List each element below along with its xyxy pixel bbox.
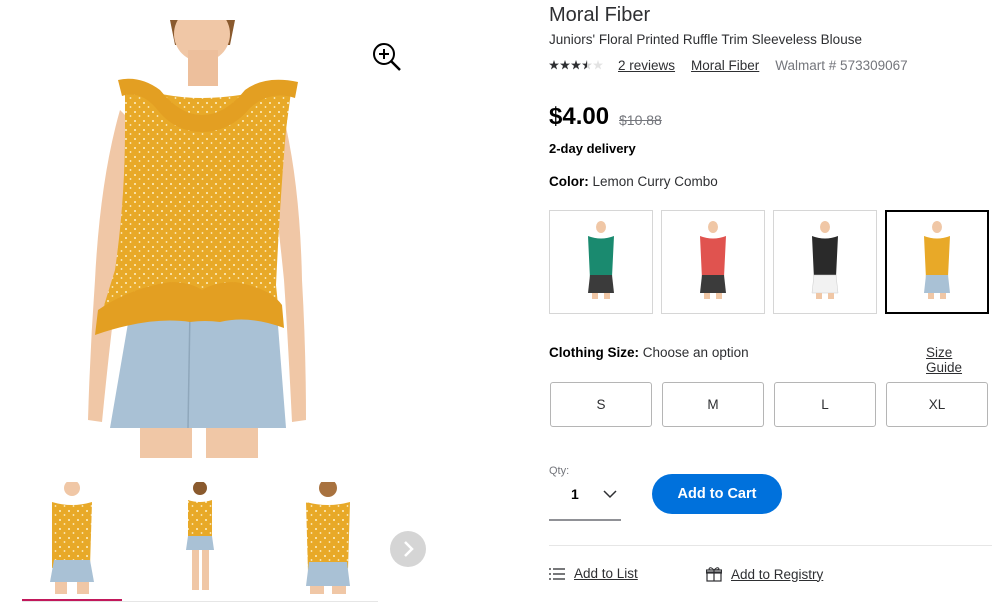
product-main-image[interactable] [70,6,330,458]
star-rating [549,60,604,70]
thumbnail-next-button[interactable] [390,531,426,567]
delivery-badge: 2-day delivery [549,141,636,156]
list-icon [549,567,565,580]
size-label: Clothing Size: [549,345,639,360]
color-swatch-teal[interactable] [549,210,653,314]
color-swatch-black[interactable] [773,210,877,314]
zoom-button[interactable] [370,40,402,72]
add-to-registry-label: Add to Registry [731,566,824,582]
current-price: $4.00 [549,103,610,130]
size-option-xl[interactable]: XL [886,382,988,427]
thumbnail-front[interactable] [22,480,122,602]
size-selector-label: Clothing Size: Choose an option [549,345,749,360]
color-selected-value: Lemon Curry Combo [592,174,718,189]
star-full-icon [571,60,581,70]
add-to-list-label: Add to List [574,566,638,581]
quantity-select[interactable]: 1 [549,478,621,521]
item-number: Walmart # 573309067 [775,57,908,73]
add-to-cart-button[interactable]: Add to Cart [652,474,782,514]
star-full-icon [549,60,559,70]
add-to-registry-button[interactable]: Add to Registry [706,566,823,582]
brand-link[interactable]: Moral Fiber [691,58,759,73]
add-to-list-button[interactable]: Add to List [549,566,638,581]
thumbnail-strip [22,479,378,602]
chevron-down-icon [603,490,617,499]
color-selector-label: Color: Lemon Curry Combo [549,174,718,189]
gift-icon [706,567,722,582]
product-title: Juniors' Floral Printed Ruffle Trim Slee… [549,32,862,47]
chevron-right-icon [404,541,414,557]
star-empty-icon [593,60,603,70]
size-option-s[interactable]: S [550,382,652,427]
qty-value: 1 [571,486,579,502]
zoom-in-icon [373,43,401,71]
thumbnail-side[interactable] [150,481,250,596]
was-price: $10.88 [619,112,662,128]
color-label: Color: [549,174,589,189]
product-brand-heading: Moral Fiber [549,4,651,26]
thumbnail-back[interactable] [278,479,378,596]
product-meta-row: 2 reviews Moral Fiber Walmart # 57330906… [549,57,908,73]
star-full-icon [560,60,570,70]
color-swatch-red[interactable] [661,210,765,314]
size-selected-value: Choose an option [642,345,749,360]
size-guide-link[interactable]: Size Guide [926,345,992,375]
thumbnail-divider [22,601,378,602]
qty-label: Qty: [549,465,570,477]
size-option-m[interactable]: M [662,382,764,427]
star-half-icon [582,60,592,70]
actions-divider [549,545,992,546]
reviews-link[interactable]: 2 reviews [618,58,675,73]
size-option-l[interactable]: L [774,382,876,427]
color-swatch-yellow[interactable] [885,210,989,314]
